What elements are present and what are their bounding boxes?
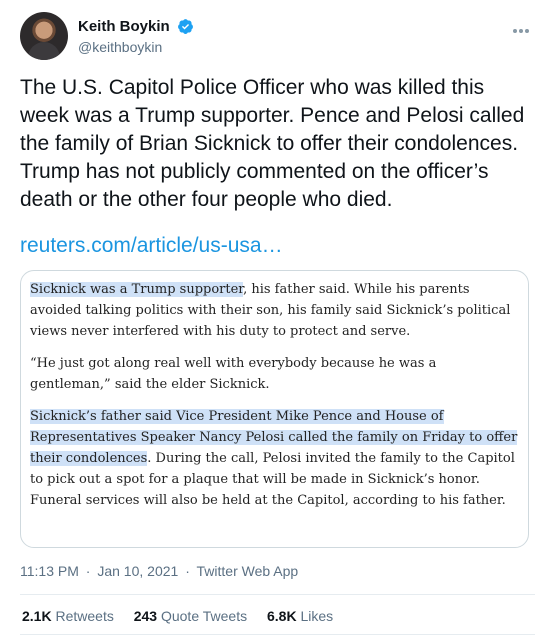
more-options-icon[interactable] bbox=[513, 20, 535, 36]
avatar[interactable] bbox=[20, 12, 68, 60]
retweets-stat[interactable]: 2.1K Retweets bbox=[22, 608, 114, 624]
user-handle[interactable]: @keithboykin bbox=[78, 39, 194, 55]
tweet-metadata: 11:13 PM · Jan 10, 2021 · Twitter Web Ap… bbox=[20, 563, 301, 579]
tweet-text: The U.S. Capitol Police Officer who was … bbox=[20, 76, 525, 211]
verified-badge-icon bbox=[178, 19, 194, 35]
tweet-header: Keith Boykin @keithboykin bbox=[20, 12, 535, 62]
tweet-source[interactable]: Twitter Web App bbox=[197, 563, 299, 579]
quote-tweets-stat[interactable]: 243 Quote Tweets bbox=[134, 608, 247, 624]
user-names: Keith Boykin @keithboykin bbox=[78, 18, 194, 55]
highlighted-text-1: Sicknick was a Trump supporter bbox=[30, 282, 244, 297]
retweets-count: 2.1K bbox=[22, 608, 52, 624]
avatar-shirt bbox=[28, 42, 60, 60]
tweet: Keith Boykin @keithboykin The U.S. Capit… bbox=[0, 0, 555, 635]
meta-separator: · bbox=[85, 563, 91, 579]
tweet-stats: 2.1K Retweets 243 Quote Tweets 6.8K Like… bbox=[22, 608, 349, 624]
meta-separator: · bbox=[185, 563, 190, 579]
display-name[interactable]: Keith Boykin bbox=[78, 18, 170, 35]
tweet-time[interactable]: 11:13 PM bbox=[20, 563, 79, 579]
article-link[interactable]: reuters.com/article/us-usa… bbox=[20, 233, 283, 259]
article-excerpt: Sicknick was a Trump supporter, his fath… bbox=[30, 279, 518, 522]
excerpt-paragraph-3: Sicknick’s father said Vice President Mi… bbox=[30, 406, 518, 511]
quote-tweets-count: 243 bbox=[133, 608, 158, 624]
tweet-date[interactable]: Jan 10, 2021 bbox=[97, 563, 178, 579]
retweets-label: Retweets bbox=[55, 608, 114, 624]
divider bbox=[20, 594, 535, 595]
quote-image-card[interactable]: Sicknick was a Trump supporter, his fath… bbox=[20, 270, 529, 548]
likes-stat[interactable]: 6.8K Likes bbox=[267, 608, 333, 624]
quote-tweets-label: Quote Tweets bbox=[160, 608, 248, 624]
likes-label: Likes bbox=[300, 608, 334, 624]
excerpt-paragraph-1: Sicknick was a Trump supporter, his fath… bbox=[30, 279, 518, 342]
likes-count: 6.8K bbox=[267, 608, 297, 624]
excerpt-paragraph-2: “He just got along real well with everyb… bbox=[30, 356, 437, 392]
